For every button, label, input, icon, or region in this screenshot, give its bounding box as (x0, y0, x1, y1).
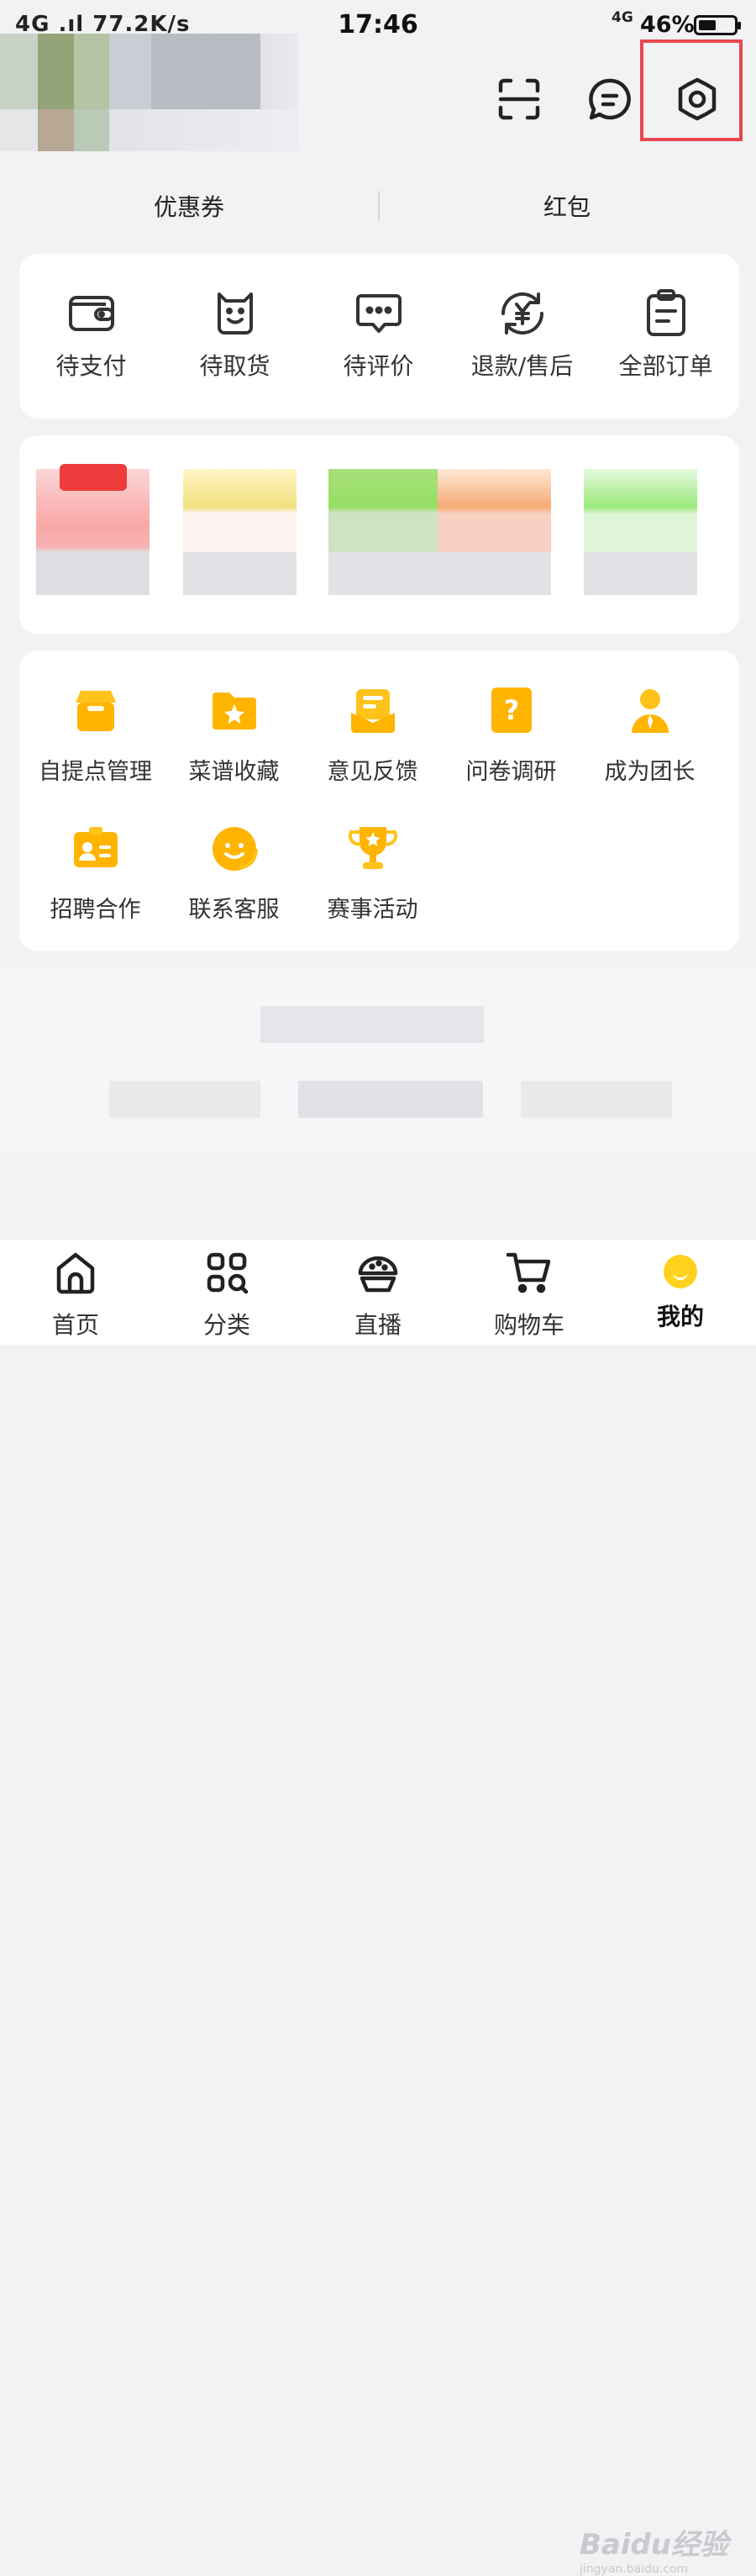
service-become-leader[interactable]: 成为团长 (580, 684, 719, 786)
refund-icon (501, 292, 543, 335)
tab-label: 分类 (202, 1311, 250, 1339)
service-feedback[interactable]: 意见反馈 (303, 684, 442, 786)
clipboard-icon (646, 289, 685, 336)
service-label: 意见反馈 (327, 759, 418, 785)
category-icon (207, 1252, 249, 1294)
tab-category[interactable]: 分类 (151, 1248, 302, 1341)
scan-icon[interactable] (494, 74, 544, 124)
leader-icon (631, 689, 669, 733)
battery-icon (694, 15, 741, 35)
order-label: 退款/售后 (470, 352, 574, 380)
headset-icon (212, 827, 258, 871)
tab-label: 我的 (656, 1303, 704, 1330)
service-customer-support[interactable]: 联系客服 (165, 822, 303, 924)
red-packet-link[interactable]: 红包 (378, 189, 756, 223)
order-label: 待支付 (55, 352, 127, 380)
coupon-row: 优惠券 红包 (0, 189, 756, 226)
order-label: 全部订单 (618, 352, 713, 380)
coupon-link[interactable]: 优惠券 (0, 189, 378, 223)
trophy-icon (348, 827, 397, 869)
tab-cart[interactable]: 购物车 (454, 1248, 605, 1341)
order-pending-pickup[interactable]: 待取货 (163, 286, 307, 382)
id-card-icon (73, 827, 118, 867)
baidu-watermark: Baidu经验 jingyan.baidu.com (580, 2521, 728, 2576)
service-label: 菜谱收藏 (188, 759, 280, 785)
service-competitions[interactable]: 赛事活动 (303, 822, 442, 924)
order-label: 待取货 (199, 352, 270, 380)
question-icon: ? (491, 687, 532, 733)
service-recipes[interactable]: 菜谱收藏 (165, 684, 303, 786)
bottom-tab-bar: 首页 分类 直播 购物车 我的 Baidu经验 jingyan.baidu.co… (0, 1240, 756, 2576)
store-icon (75, 691, 116, 731)
service-label: 赛事活动 (327, 897, 418, 923)
tab-me[interactable]: 我的 (605, 1248, 756, 1332)
service-label: 自提点管理 (39, 759, 152, 785)
service-survey[interactable]: ? 问卷调研 (442, 684, 580, 786)
order-pending-review[interactable]: 待评价 (307, 286, 450, 382)
service-label: 成为团长 (604, 759, 696, 785)
service-label: 招聘合作 (50, 897, 141, 923)
network-indicator: 4G (612, 9, 633, 26)
cart-icon (506, 1252, 551, 1293)
service-label: 问卷调研 (465, 759, 557, 785)
orders-card: 待支付 待取货 待评价 退款/售后 全部订单 (19, 254, 739, 419)
order-all[interactable]: 全部订单 (594, 286, 738, 382)
promo-item[interactable] (584, 469, 697, 595)
tab-label: 首页 (51, 1311, 99, 1339)
order-label: 待评价 (343, 352, 414, 380)
message-icon[interactable] (585, 74, 635, 124)
me-icon (664, 1255, 697, 1288)
service-pickup-point[interactable]: 自提点管理 (26, 684, 165, 786)
service-label: 联系客服 (188, 897, 280, 923)
watermark-text: Baidu经验 (580, 2528, 729, 2562)
folder-star-icon (212, 693, 256, 730)
order-pending-payment[interactable]: 待支付 (19, 286, 163, 382)
svg-text:?: ? (503, 694, 519, 726)
comment-icon (355, 294, 402, 333)
tab-label: 直播 (354, 1311, 402, 1339)
wallet-icon (68, 296, 114, 331)
order-refund[interactable]: 退款/售后 (450, 286, 594, 382)
promo-item[interactable] (328, 469, 442, 595)
tab-live[interactable]: 直播 (302, 1248, 454, 1341)
services-card: 自提点管理 菜谱收藏 意见反馈 ? 问卷调研 成为团长 招聘合作 联系客服 赛事… (19, 651, 739, 951)
bag-icon (217, 292, 253, 335)
home-icon (56, 1252, 95, 1294)
promo-item[interactable] (183, 469, 297, 595)
blurred-recommendations (0, 968, 756, 1153)
service-recruitment[interactable]: 招聘合作 (26, 822, 165, 924)
watermark-sub: jingyan.baidu.com (580, 2563, 689, 2576)
tab-label: 购物车 (493, 1311, 564, 1339)
live-icon (358, 1256, 398, 1293)
promo-item[interactable] (438, 469, 551, 595)
blurred-profile[interactable] (0, 34, 298, 151)
settings-highlight-box (640, 40, 743, 141)
feedback-icon (350, 689, 395, 733)
tab-home[interactable]: 首页 (0, 1248, 151, 1341)
battery-percent: 46% (640, 12, 695, 38)
gift-icon (60, 464, 127, 491)
promo-card[interactable] (19, 435, 739, 634)
